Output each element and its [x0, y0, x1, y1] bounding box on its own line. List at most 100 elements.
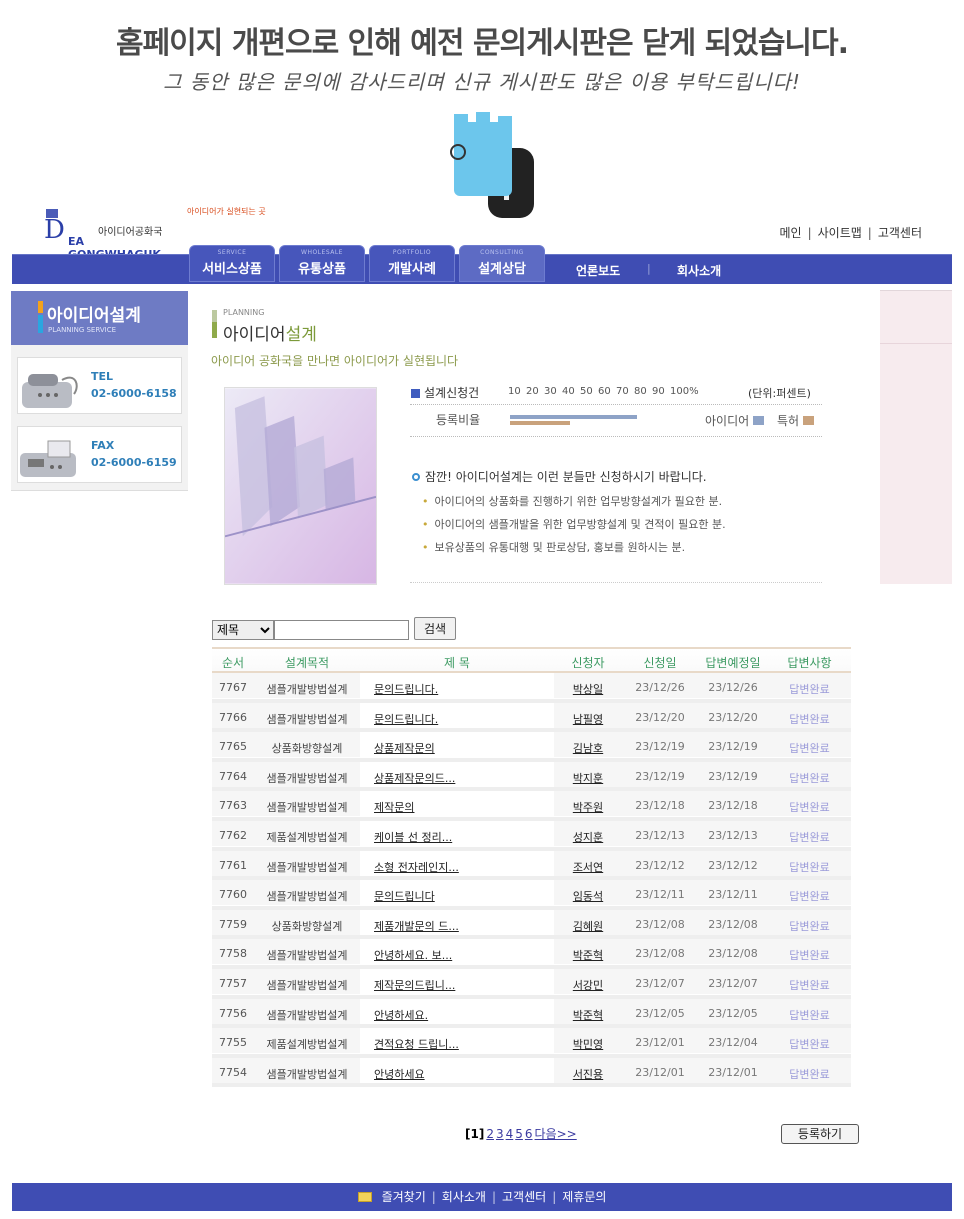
util-link-sitemap[interactable]: 사이트맵: [818, 226, 862, 240]
page-link[interactable]: 2: [486, 1127, 494, 1141]
cell-due-date: 23/12/19: [708, 740, 758, 754]
fax-number: 02-6000-6159: [91, 456, 177, 469]
divider: |: [491, 1190, 497, 1204]
cell-title-link[interactable]: 안녕하세요.: [374, 1007, 574, 1023]
cell-due-date: 23/12/07: [708, 976, 758, 990]
cell-title-link[interactable]: 제작문의드립니...: [374, 977, 574, 993]
page-link[interactable]: 4: [506, 1127, 514, 1141]
table-row: 7760 샘플개발방법설계 문의드립니다 임동석 23/12/11 23/12/11 답변완…: [212, 880, 851, 910]
page-link[interactable]: 3: [496, 1127, 504, 1141]
table-row: 7767 샘플개발방법설계 문의드립니다. 박상일 23/12/26 23/12/26 답변…: [212, 673, 851, 703]
right-banner: [880, 290, 952, 584]
logo-letter: D: [44, 215, 65, 245]
cell-title-link[interactable]: 제품개발문의 드...: [374, 918, 574, 934]
sidebar-title: 아이디어설계 PLANNING SERVICE: [11, 291, 188, 345]
tab-service[interactable]: SERVICE 서비스상품: [189, 245, 275, 282]
divider: [880, 343, 952, 344]
register-button[interactable]: 등록하기: [781, 1124, 859, 1144]
util-link-main[interactable]: 메인: [779, 226, 801, 240]
inquiry-table: 순서 설계목적 제 목 신청자 신청일 답변예정일 답변사항 7767 샘플개발방…: [212, 647, 851, 1088]
cell-title-link[interactable]: 견적요청 드립니...: [374, 1036, 574, 1052]
footer-link-bookmark[interactable]: 즐겨찾기: [382, 1190, 426, 1204]
cell-applicant[interactable]: 성지훈: [557, 829, 619, 845]
cell-due-date: 23/12/20: [708, 710, 758, 724]
cell-no: 7754: [219, 1065, 247, 1079]
cell-due-date: 23/12/18: [708, 799, 758, 813]
fax-icon: [20, 440, 76, 477]
cell-title-link[interactable]: 안녕하세요: [374, 1066, 574, 1082]
cell-date: 23/12/08: [635, 917, 685, 931]
cell-status: 답변완료: [789, 742, 830, 756]
cell-title-link[interactable]: 소형 전자레인지...: [374, 859, 574, 875]
cell-applicant[interactable]: 박주원: [557, 799, 619, 815]
footer-link-about[interactable]: 회사소개: [442, 1190, 486, 1204]
cell-applicant[interactable]: 박민영: [557, 1036, 619, 1052]
cell-applicant[interactable]: 서진용: [557, 1066, 619, 1082]
guide-item-text: 보유상품의 유통대행 및 판로상담, 홍보를 원하시는 분.: [434, 541, 686, 554]
cell-no: 7762: [219, 828, 247, 842]
cell-applicant[interactable]: 박지훈: [557, 770, 619, 786]
cell-date: 23/12/07: [635, 976, 685, 990]
cell-status: 답변완료: [789, 1008, 830, 1022]
search-field-select[interactable]: 제목: [212, 620, 274, 640]
footer-link-support[interactable]: 고객센터: [502, 1190, 546, 1204]
ratio-unit: (단위:퍼센트): [748, 387, 811, 400]
page-link[interactable]: 6: [525, 1127, 533, 1141]
cell-title-link[interactable]: 상품제작문의: [374, 740, 574, 756]
tab-consulting[interactable]: CONSULTING 설계상담: [459, 245, 545, 282]
cell-due-date: 23/12/05: [708, 1006, 758, 1020]
cell-title-link[interactable]: 문의드립니다.: [374, 681, 574, 697]
tab-label: 개발사례: [388, 262, 436, 277]
cell-applicant[interactable]: 서강민: [557, 977, 619, 993]
search-button[interactable]: 검색: [414, 617, 456, 640]
cell-title-link[interactable]: 문의드립니다.: [374, 711, 574, 727]
guide-heading-text: 잠깐! 아이디어설계는 이런 분들만 신청하시기 바랍니다.: [425, 470, 707, 484]
divider: [410, 436, 822, 437]
cell-title-link[interactable]: 제작문의: [374, 799, 574, 815]
cell-title-link[interactable]: 케이블 선 정리...: [374, 829, 574, 845]
cell-purpose: 샘플개발방법설계: [266, 801, 348, 815]
tab-label: 유통상품: [298, 262, 346, 277]
cell-due-date: 23/12/01: [708, 1065, 758, 1079]
cell-title-link[interactable]: 상품제작문의드...: [374, 770, 574, 786]
table-body: 7767 샘플개발방법설계 문의드립니다. 박상일 23/12/26 23/12/26 답변…: [212, 673, 851, 1088]
cell-applicant[interactable]: 김남호: [557, 740, 619, 756]
cell-applicant[interactable]: 김혜원: [557, 918, 619, 934]
cell-applicant[interactable]: 박준혁: [557, 947, 619, 963]
nav-link-about[interactable]: 회사소개: [677, 262, 721, 279]
cell-date: 23/12/26: [635, 681, 685, 694]
cell-purpose: 샘플개발방법설계: [266, 860, 348, 874]
cell-status: 답변완료: [789, 1067, 830, 1081]
cell-status: 답변완료: [789, 860, 830, 874]
footer-link-partnership[interactable]: 제휴문의: [562, 1190, 606, 1204]
cell-due-date: 23/12/12: [708, 858, 758, 872]
bullet-icon: •: [422, 518, 429, 531]
cell-applicant[interactable]: 남필영: [557, 711, 619, 727]
tab-en-label: PORTFOLIO: [392, 249, 432, 256]
legend-patent-label: 특허: [777, 414, 800, 428]
cell-title-link[interactable]: 문의드립니다: [374, 888, 574, 904]
tab-wholesale[interactable]: WHOLESALE 유통상품: [279, 245, 365, 282]
col-header-name: 신청자: [571, 656, 605, 670]
cell-applicant[interactable]: 임동석: [557, 888, 619, 904]
cell-applicant[interactable]: 박준혁: [557, 1007, 619, 1023]
col-header-no: 순서: [221, 656, 245, 670]
fax-label: FAX: [91, 439, 115, 452]
search-input[interactable]: [274, 620, 409, 640]
cell-applicant[interactable]: 박상일: [557, 681, 619, 697]
cell-title-link[interactable]: 안녕하세요. 보...: [374, 947, 574, 963]
util-link-support[interactable]: 고객센터: [878, 226, 922, 240]
page-link[interactable]: 5: [515, 1127, 523, 1141]
cell-applicant[interactable]: 조서연: [557, 859, 619, 875]
cell-purpose: 샘플개발방법설계: [266, 1067, 348, 1081]
table-row: 7763 샘플개발방법설계 제작문의 박주원 23/12/18 23/12/18 답변완료: [212, 791, 851, 821]
section-title: 아이디어설계: [223, 320, 317, 345]
ratio-ticks: 10 20 30 40 50 60 70 80 90 100%: [508, 386, 699, 397]
nav-link-press[interactable]: 언론보도: [576, 262, 620, 279]
cell-no: 7764: [219, 769, 247, 783]
tab-portfolio[interactable]: PORTFOLIO 개발사례: [369, 245, 455, 282]
guide-item: • 아이디어의 상품화를 진행하기 위한 업무방향설계가 필요한 분.: [422, 493, 722, 509]
tel-label: TEL: [91, 370, 114, 383]
page-next[interactable]: 다음>>: [535, 1127, 577, 1141]
cell-purpose: 샘플개발방법설계: [266, 771, 348, 785]
